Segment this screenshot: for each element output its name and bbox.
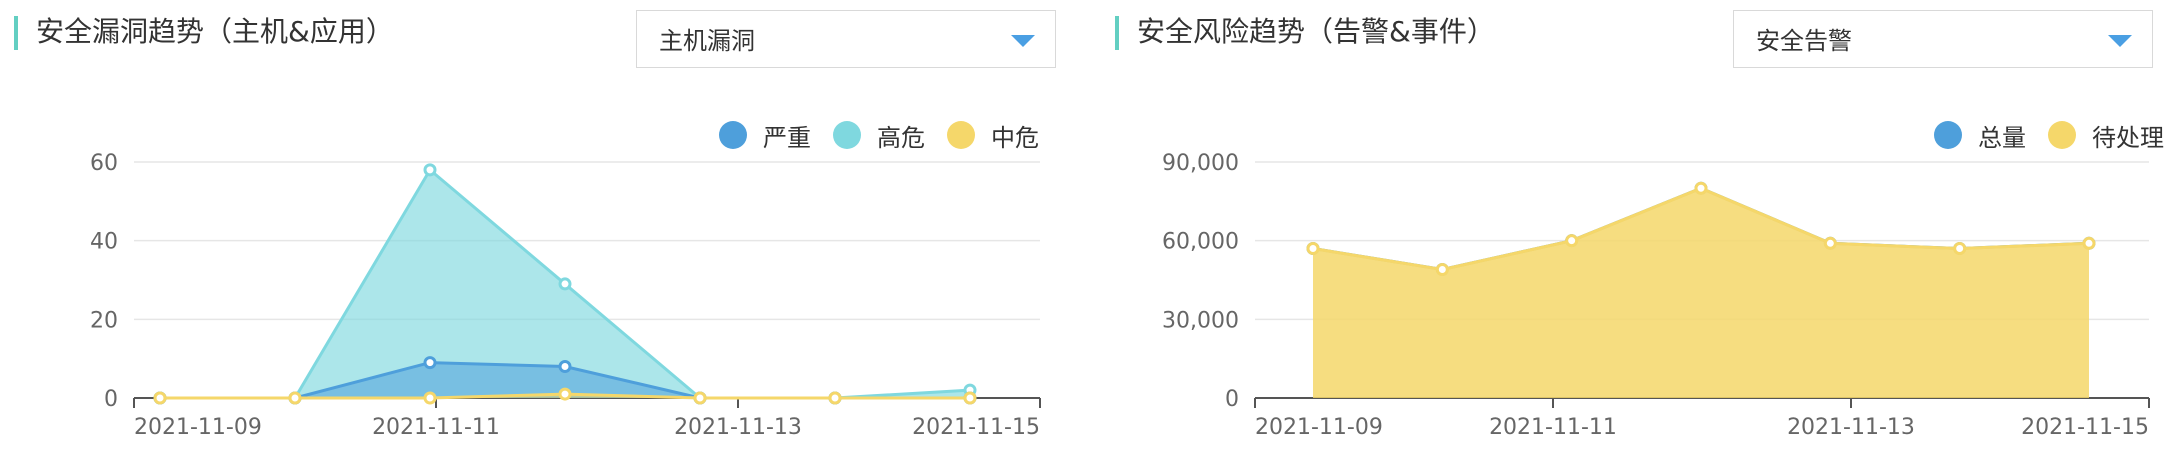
data-point[interactable] (153, 391, 167, 405)
data-point[interactable] (558, 387, 572, 401)
x-tick-label: 2021-11-15 (912, 415, 1040, 440)
x-tick-label: 2021-11-13 (674, 415, 802, 440)
x-tick-label: 2021-11-09 (1255, 415, 1383, 440)
x-tick-label: 2021-11-13 (1787, 415, 1915, 440)
y-tick-label: 20 (90, 308, 118, 333)
y-tick-label: 60 (90, 151, 118, 176)
data-point[interactable] (423, 391, 437, 405)
vulnerability-area-chart: 0 20 40 60 2021-11-09 2021-11-11 2021-11-13 202… (90, 151, 1041, 440)
data-point[interactable] (423, 356, 437, 370)
x-tick-label: 2021-11-09 (134, 415, 262, 440)
risk-trend-panel: 安全风险趋势（告警&事件） 安全告警 总量 待处理 0 30,000 60,000 90… (1115, 0, 2178, 450)
x-tick-label: 2021-11-11 (1489, 415, 1617, 440)
y-tick-label: 0 (1225, 387, 1239, 412)
y-tick-label: 0 (104, 387, 118, 412)
data-point[interactable] (1565, 234, 1579, 248)
y-tick-label: 60,000 (1162, 230, 1239, 255)
data-point[interactable] (288, 391, 302, 405)
data-point[interactable] (1306, 242, 1320, 256)
x-tick-label: 2021-11-11 (372, 415, 500, 440)
data-point[interactable] (1694, 181, 1708, 195)
y-tick-label: 30,000 (1162, 308, 1239, 333)
data-point[interactable] (558, 360, 572, 374)
risk-area-chart: 0 30,000 60,000 90,000 2021-11-09 2021-11-11 2… (1162, 151, 2150, 440)
series-area (1313, 188, 2089, 398)
x-tick-label: 2021-11-15 (2021, 415, 2149, 440)
data-point[interactable] (2082, 236, 2096, 250)
y-tick-label: 90,000 (1162, 151, 1239, 176)
vulnerability-trend-panel: 安全漏洞趋势（主机&应用） 主机漏洞 严重 高危 中危 0 20 40 60 2021-11… (0, 0, 1089, 450)
y-tick-label: 40 (90, 230, 118, 255)
data-point[interactable] (1435, 263, 1449, 277)
data-point[interactable] (828, 391, 842, 405)
data-point[interactable] (1953, 242, 1967, 256)
data-point[interactable] (963, 391, 977, 405)
data-point[interactable] (423, 163, 437, 177)
data-point[interactable] (558, 277, 572, 291)
data-point[interactable] (693, 391, 707, 405)
data-point[interactable] (1823, 236, 1837, 250)
